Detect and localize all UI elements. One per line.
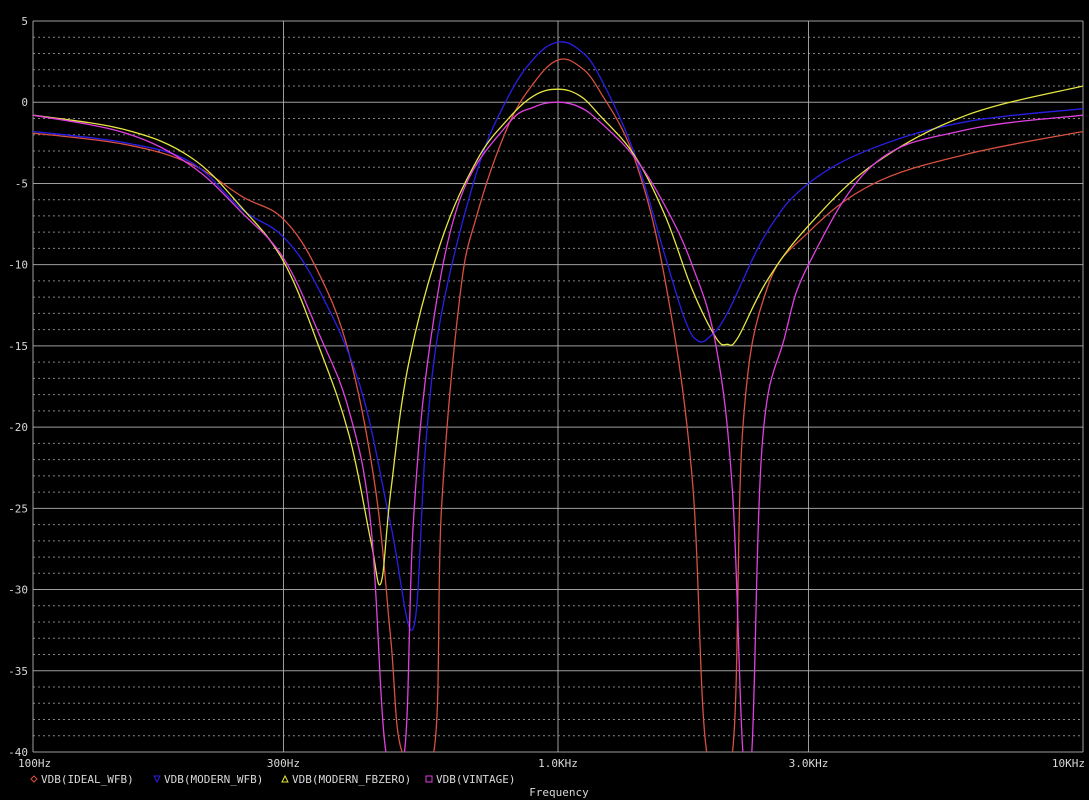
legend: VDB(IDEAL_WFB) VDB(MODERN_WFB) VDB(MODERN_…	[30, 773, 515, 786]
legend-label: VDB(MODERN_FBZERO)	[292, 773, 411, 786]
x-tick-label: 100Hz	[18, 757, 51, 770]
tick-labels: 50-5-10-15-20-25-30-35-40100Hz 300Hz 1.0KH…	[8, 15, 1085, 770]
legend-label: VDB(IDEAL_WFB)	[41, 773, 134, 786]
y-tick-label: 5	[21, 15, 28, 28]
y-tick-label: 0	[21, 96, 28, 109]
x-tick-label: 1.0KHz	[538, 757, 578, 770]
legend-marker-triangle-up	[281, 774, 289, 783]
y-tick-label: -30	[8, 584, 28, 597]
legend-label: VDB(VINTAGE)	[436, 773, 515, 786]
y-tick-label: -5	[15, 177, 28, 190]
x-axis-label: Frequency	[529, 786, 589, 799]
x-tick-label: 3.0KHz	[789, 757, 829, 770]
x-tick-label: 300Hz	[267, 757, 300, 770]
legend-label: VDB(MODERN_WFB)	[164, 773, 263, 786]
y-tick-label: -10	[8, 259, 28, 272]
legend-marker-square	[425, 775, 433, 783]
y-tick-label: -20	[8, 421, 28, 434]
y-tick-label: -15	[8, 340, 28, 353]
legend-marker-triangle-down	[153, 775, 161, 784]
y-tick-label: -25	[8, 502, 28, 515]
y-tick-label: -35	[8, 665, 28, 678]
legend-marker-diamond	[30, 775, 38, 783]
chart-plot: 50-5-10-15-20-25-30-35-40100Hz 300Hz 1.0KH…	[8, 15, 1085, 799]
x-tick-label: 10KHz	[1052, 757, 1085, 770]
